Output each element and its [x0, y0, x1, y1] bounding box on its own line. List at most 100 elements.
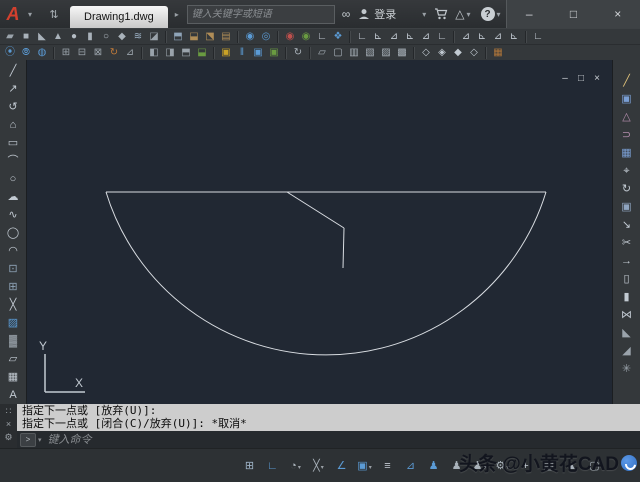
- ucs-zaxis-icon[interactable]: ∟: [434, 30, 450, 44]
- stretch-icon[interactable]: ↘: [618, 216, 636, 234]
- model-space-icon[interactable]: ⊞: [238, 457, 261, 475]
- a360-icon[interactable]: △: [455, 7, 464, 21]
- sweep-icon[interactable]: ⬔: [202, 30, 218, 44]
- shadows-mapped-icon[interactable]: ◇: [466, 46, 482, 60]
- customize-wrench-icon[interactable]: ⚙: [0, 431, 17, 443]
- torus-icon[interactable]: ○: [98, 30, 114, 44]
- thicken-icon[interactable]: ⬒: [178, 46, 194, 60]
- ucs-previous-icon[interactable]: ⊾: [370, 30, 386, 44]
- circle-icon[interactable]: ○: [4, 170, 22, 188]
- shadows-ground-icon[interactable]: ◈: [434, 46, 450, 60]
- ellipse-icon[interactable]: ◯: [4, 224, 22, 242]
- extrude-faces-icon[interactable]: ⊞: [58, 46, 74, 60]
- union-2d-icon[interactable]: ⦿: [2, 46, 18, 60]
- login-button[interactable]: 登录: [374, 6, 396, 22]
- create-block-icon[interactable]: ⊞: [4, 278, 22, 296]
- render-sphere-green-icon[interactable]: ◉: [298, 30, 314, 44]
- view-cube-icon[interactable]: ❖: [330, 30, 346, 44]
- union-icon[interactable]: ◉: [242, 30, 258, 44]
- taper-faces-icon[interactable]: ⊿: [122, 46, 138, 60]
- vertical-segment[interactable]: [342, 227, 345, 269]
- window-minimize-button[interactable]: –: [517, 7, 541, 21]
- trim-icon[interactable]: ✂: [618, 234, 636, 252]
- move-icon[interactable]: ⌖: [618, 162, 636, 180]
- ucs-object-icon[interactable]: ⊾: [402, 30, 418, 44]
- box-icon[interactable]: ■: [18, 30, 34, 44]
- tab-expand-button[interactable]: ▸: [171, 6, 183, 22]
- drawing-tab[interactable]: Drawing1.dwg: [70, 6, 168, 28]
- erase-icon[interactable]: ╱: [618, 72, 636, 90]
- planar-surface-icon[interactable]: ◪: [146, 30, 162, 44]
- explode-icon[interactable]: ✳: [618, 360, 636, 378]
- rectangle-icon[interactable]: ▭: [4, 134, 22, 152]
- multiline-text-icon[interactable]: A: [4, 386, 22, 404]
- command-prompt-icon[interactable]: >: [20, 432, 36, 447]
- offset-icon[interactable]: ⊃: [618, 126, 636, 144]
- help-icon[interactable]: ?: [480, 7, 495, 21]
- solid-history-icon[interactable]: ⬓: [186, 30, 202, 44]
- presspull-icon[interactable]: ⬒: [170, 30, 186, 44]
- ellipse-arc-icon[interactable]: ◠: [4, 242, 22, 260]
- insert-block-icon[interactable]: ⊡: [4, 260, 22, 278]
- imprint-icon[interactable]: ▣: [250, 46, 266, 60]
- polygon-icon[interactable]: ⌂: [4, 116, 22, 134]
- vs-hidden-icon[interactable]: ▥: [346, 46, 362, 60]
- section-plane-icon[interactable]: ◨: [162, 46, 178, 60]
- polyline-icon[interactable]: ↺: [4, 98, 22, 116]
- revision-cloud-icon[interactable]: ☁: [4, 188, 22, 206]
- logo-dropdown-caret-icon[interactable]: ▾: [28, 10, 32, 19]
- mirror-icon[interactable]: △: [618, 108, 636, 126]
- window-close-button[interactable]: ×: [606, 7, 630, 21]
- cylinder-icon[interactable]: ▮: [82, 30, 98, 44]
- array-icon[interactable]: ▦: [618, 144, 636, 162]
- autocad-logo-icon[interactable]: A: [0, 1, 26, 27]
- polysolid-icon[interactable]: ▰: [2, 30, 18, 44]
- loft-icon[interactable]: ▤: [218, 30, 234, 44]
- rotate-icon[interactable]: ↻: [618, 180, 636, 198]
- vs-2d-wireframe-icon[interactable]: ▱: [314, 46, 330, 60]
- interfere-icon[interactable]: ⬓: [194, 46, 210, 60]
- a360-dropdown-caret-icon[interactable]: ▾: [467, 10, 471, 19]
- selection-cycling-icon[interactable]: ⊿: [399, 457, 422, 475]
- vs-shaded-icon[interactable]: ▩: [394, 46, 410, 60]
- grid-display-icon[interactable]: ∟: [261, 457, 284, 475]
- ucs-apply-icon[interactable]: ∟: [530, 30, 546, 44]
- ucs-world-icon[interactable]: ∟: [314, 30, 330, 44]
- ucs-x-icon[interactable]: ⊾: [474, 30, 490, 44]
- ucs-3point-icon[interactable]: ⊿: [458, 30, 474, 44]
- ucs-icon[interactable]: ∟: [354, 30, 370, 44]
- isodraft-icon[interactable]: ╳▾: [307, 457, 330, 475]
- vs-conceptual-icon[interactable]: ▨: [378, 46, 394, 60]
- move-faces-icon[interactable]: ⊟: [74, 46, 90, 60]
- fillet-icon[interactable]: ◢: [618, 342, 636, 360]
- polar-tracking-icon[interactable]: ∠: [330, 457, 353, 475]
- ucs-z-icon[interactable]: ⊾: [506, 30, 522, 44]
- command-prompt-caret-icon[interactable]: ▾: [38, 436, 42, 444]
- spline-icon[interactable]: ∿: [4, 206, 22, 224]
- viewport-minimize-button[interactable]: –: [560, 74, 570, 84]
- command-history[interactable]: 指定下一点或 [放弃(U)]: 指定下一点或 [闭合(C)/放弃(U)]: *取…: [17, 404, 640, 431]
- command-grip-icon[interactable]: ∷: [0, 405, 17, 417]
- copy-icon[interactable]: ▣: [618, 90, 636, 108]
- lineweight-icon[interactable]: ≡: [376, 457, 399, 475]
- point-icon[interactable]: ╳: [4, 296, 22, 314]
- table-icon[interactable]: ▦: [4, 368, 22, 386]
- diagonal-segment[interactable]: [286, 191, 345, 229]
- arc-icon[interactable]: ⌒: [4, 152, 22, 170]
- render-sphere-red-icon[interactable]: ◉: [282, 30, 298, 44]
- chamfer-icon[interactable]: ◣: [618, 324, 636, 342]
- hatch-icon[interactable]: ▨: [4, 314, 22, 332]
- scale-icon[interactable]: ▣: [618, 198, 636, 216]
- viewport-close-button[interactable]: ×: [592, 74, 602, 84]
- render-camera-icon[interactable]: ▦: [490, 46, 506, 60]
- pyramid-icon[interactable]: ▲: [50, 30, 66, 44]
- gradient-icon[interactable]: ▓: [4, 332, 22, 350]
- break-icon[interactable]: ▮: [618, 288, 636, 306]
- intersect-2d-icon[interactable]: ◍: [34, 46, 50, 60]
- user-person-icon[interactable]: [358, 8, 370, 20]
- helix-icon[interactable]: ≋: [130, 30, 146, 44]
- help-dropdown-caret-icon[interactable]: ▾: [497, 10, 501, 19]
- viewport-restore-button[interactable]: □: [576, 74, 586, 84]
- line-icon[interactable]: ╱: [4, 62, 22, 80]
- rotate-faces-icon[interactable]: ↻: [106, 46, 122, 60]
